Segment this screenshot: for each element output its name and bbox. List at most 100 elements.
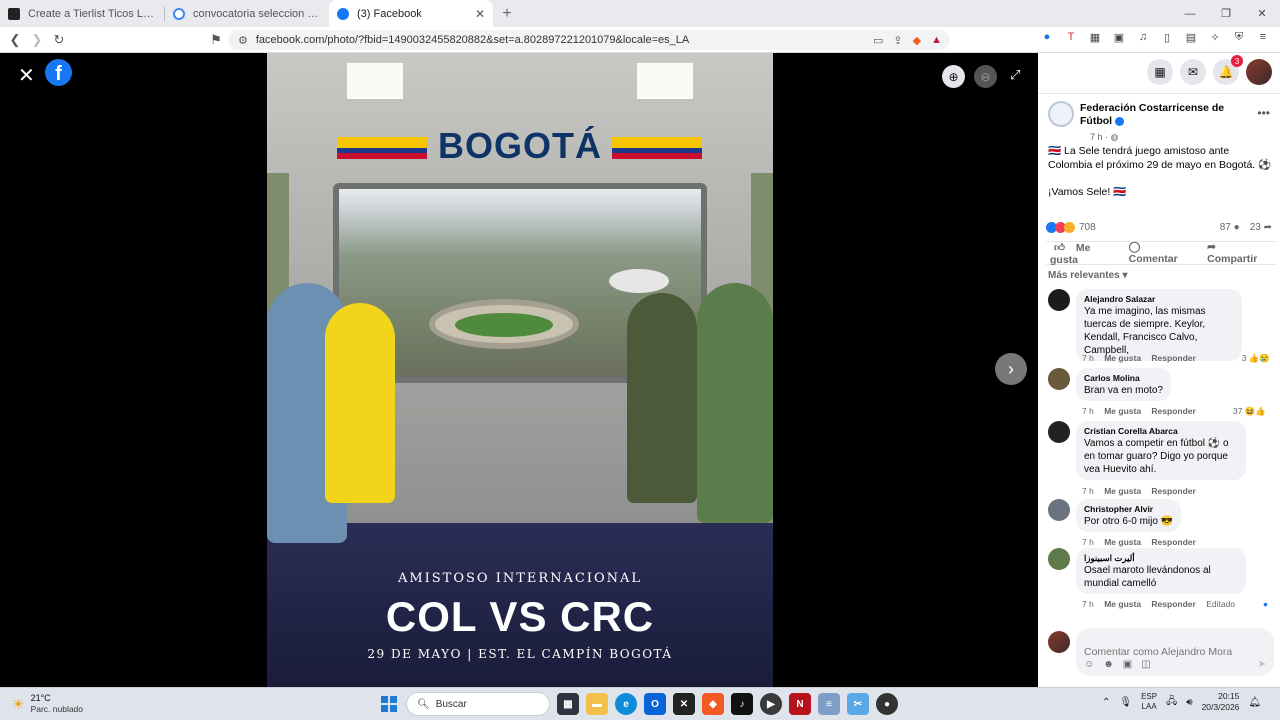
messenger-icon[interactable]: ✉: [1180, 59, 1206, 85]
send-icon[interactable]: ➤: [1258, 659, 1266, 670]
restore-icon[interactable]: ❐: [1208, 0, 1244, 27]
tiktok-icon[interactable]: ♪: [731, 693, 753, 715]
show-hidden-icons[interactable]: ⌃: [1102, 697, 1110, 708]
tab-google-search[interactable]: convocatoria seleccion costa rica - B: [165, 0, 329, 27]
news-app-icon[interactable]: N: [789, 693, 811, 715]
bookmark-icon[interactable]: ⚑: [205, 32, 227, 48]
comment-like-button[interactable]: Me gusta: [1104, 486, 1141, 496]
comment-reply-button[interactable]: Responder: [1151, 537, 1195, 547]
comment-reply-button[interactable]: Responder: [1151, 406, 1195, 416]
outlook-icon[interactable]: O: [644, 693, 666, 715]
weather-widget[interactable]: ☀ 21°C Parc. nublado: [12, 693, 83, 715]
comment-like-button[interactable]: Me gusta: [1104, 537, 1141, 547]
comment-reactions[interactable]: ●: [1263, 599, 1268, 609]
menu-icon[interactable]: ≡: [1256, 31, 1270, 44]
zoom-in-icon[interactable]: ⊕: [942, 65, 965, 88]
brave-rewards-icon[interactable]: ▲: [931, 34, 942, 47]
extension-blue-icon[interactable]: ●: [1040, 31, 1054, 44]
sort-comments-dropdown[interactable]: Más relevantes ▾: [1048, 270, 1128, 281]
facebook-logo-icon[interactable]: f: [45, 59, 72, 86]
notification-center-icon[interactable]: 🔔︎: [1248, 697, 1261, 708]
comment-time[interactable]: 7 h: [1082, 406, 1094, 416]
tab-facebook[interactable]: (3) Facebook ✕: [329, 0, 493, 27]
share-count[interactable]: 23 ➦: [1250, 222, 1272, 233]
share-button[interactable]: ➦ Compartir: [1199, 241, 1276, 265]
brave-icon[interactable]: ◆: [702, 693, 724, 715]
notepad-icon[interactable]: ≡: [818, 693, 840, 715]
volume-icon[interactable]: 🔊︎: [1186, 697, 1192, 708]
avatar-sticker-icon[interactable]: ☺: [1084, 659, 1094, 670]
sidebar-icon[interactable]: ▯: [1160, 31, 1174, 44]
cast-icon[interactable]: ▭: [873, 34, 883, 47]
clock[interactable]: 20:15 20/3/2026: [1202, 691, 1240, 713]
steam-icon[interactable]: ●: [876, 693, 898, 715]
comment-time[interactable]: 7 h: [1082, 486, 1094, 496]
menu-grid-icon[interactable]: ▦: [1147, 59, 1173, 85]
comment-author[interactable]: أليرت اسبينوزا: [1084, 552, 1238, 564]
edge-icon[interactable]: e: [615, 693, 637, 715]
commenter-avatar[interactable]: [1048, 548, 1070, 570]
leo-icon[interactable]: ✧: [1208, 31, 1222, 44]
tab-tierlist[interactable]: Create a Tierlist Ticos Legionarios Tie: [0, 0, 164, 27]
microphone-icon[interactable]: 🎙︎: [1119, 697, 1132, 708]
comment-time[interactable]: 7 h: [1082, 537, 1094, 547]
extension-grid-icon[interactable]: ▦: [1088, 31, 1102, 44]
sticker-icon[interactable]: ◫: [1141, 659, 1150, 670]
comment-author[interactable]: Cristian Corella Abarca: [1084, 425, 1238, 437]
commenter-avatar[interactable]: [1048, 289, 1070, 311]
snipping-tool-icon[interactable]: ✂: [847, 693, 869, 715]
account-avatar[interactable]: [1246, 59, 1272, 85]
comment-time[interactable]: 7 h: [1082, 353, 1094, 363]
comment-button[interactable]: ◯ Comentar: [1121, 241, 1199, 265]
comment-reply-button[interactable]: Responder: [1151, 486, 1195, 496]
commenter-avatar[interactable]: [1048, 421, 1070, 443]
start-button[interactable]: [381, 696, 397, 712]
comment-author[interactable]: Alejandro Salazar: [1084, 293, 1234, 305]
commenter-avatar[interactable]: [1048, 499, 1070, 521]
comment-like-button[interactable]: Me gusta: [1104, 353, 1141, 363]
network-icon[interactable]: 🖧︎: [1166, 694, 1177, 711]
share-icon[interactable]: ⇪: [893, 34, 902, 47]
close-tab-icon[interactable]: ✕: [475, 7, 485, 21]
notifications-icon[interactable]: 🔔 3: [1213, 55, 1243, 85]
minimize-icon[interactable]: —: [1172, 0, 1208, 27]
task-view-icon[interactable]: ▦: [557, 693, 579, 715]
fullscreen-icon[interactable]: ⤢: [1010, 67, 1020, 83]
vpn-icon[interactable]: ⛨: [1232, 31, 1246, 44]
comment-author[interactable]: Carlos Molina: [1084, 372, 1163, 384]
page-name[interactable]: Federación Costarricense de Fútbol: [1080, 102, 1230, 128]
commenter-avatar[interactable]: [1048, 368, 1070, 390]
extension-red-icon[interactable]: T: [1064, 31, 1078, 44]
close-icon[interactable]: ✕: [18, 63, 35, 88]
xbox-icon[interactable]: ✕: [673, 693, 695, 715]
comment-reply-button[interactable]: Responder: [1151, 599, 1195, 609]
zoom-out-icon[interactable]: ⊖: [974, 65, 997, 88]
file-explorer-icon[interactable]: ▬: [586, 693, 608, 715]
comment-like-button[interactable]: Me gusta: [1104, 406, 1141, 416]
reload-icon[interactable]: ↻: [48, 32, 70, 48]
forward-icon[interactable]: ❯: [26, 32, 48, 48]
comment-like-button[interactable]: Me gusta: [1104, 599, 1141, 609]
address-bar[interactable]: ⚙ facebook.com/photo/?fbid=1490032455820…: [228, 30, 950, 50]
gif-icon[interactable]: ▣: [1123, 659, 1132, 670]
extension-box-icon[interactable]: ▣: [1112, 31, 1126, 44]
comment-count[interactable]: 87 ●: [1220, 222, 1240, 233]
input-language[interactable]: ESP LAA: [1141, 692, 1157, 712]
close-window-icon[interactable]: ✕: [1244, 0, 1280, 27]
comment-reply-button[interactable]: Responder: [1151, 353, 1195, 363]
reactions-summary[interactable]: 708 87 ● 23 ➦: [1046, 219, 1272, 235]
comment-reactions[interactable]: 3 👍😢: [1242, 353, 1270, 364]
taskbar-search[interactable]: 🔍︎ Buscar: [406, 692, 550, 716]
site-info-icon[interactable]: ⚙: [238, 34, 248, 47]
comment-time[interactable]: 7 h: [1082, 599, 1094, 609]
page-avatar[interactable]: [1048, 101, 1074, 127]
like-button[interactable]: 👍︎ Me gusta: [1046, 241, 1121, 266]
next-photo-button[interactable]: ›: [995, 353, 1027, 385]
comment-reactions[interactable]: 37 😆👍: [1233, 406, 1266, 417]
wallet-icon[interactable]: ▤: [1184, 31, 1198, 44]
more-options-icon[interactable]: •••: [1257, 106, 1270, 120]
emoji-icon[interactable]: ☻: [1103, 659, 1114, 670]
comment-author[interactable]: Christopher Alvir: [1084, 503, 1173, 515]
new-tab-button[interactable]: +: [493, 0, 521, 27]
media-player-icon[interactable]: ▶: [760, 693, 782, 715]
